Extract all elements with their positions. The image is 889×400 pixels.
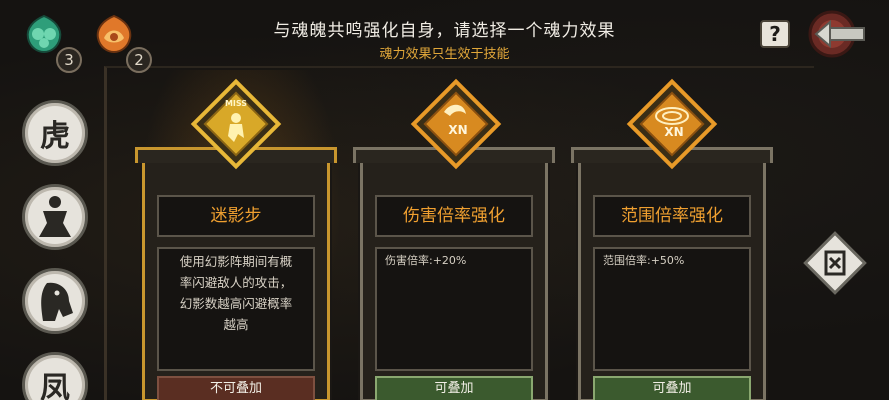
figure-medal-icon[interactable] [22,184,88,250]
horse-head-icon [41,282,73,321]
tiger-medal-icon[interactable]: 虎 [22,100,88,166]
card-description-line: 越高 [223,317,249,332]
effect-card-mirage-step[interactable]: 迷影步 使用幻影阵期间有概 率闪避敌人的攻击， 幻影数越高闪避概率 越高 不可叠… [135,147,337,400]
effect-card-damage-multiplier[interactable]: 伤害倍率强化 伤害倍率:+20% 可叠加 [353,147,555,400]
wind-medal-diamond-icon[interactable] [800,228,870,298]
figure-silhouette-icon [39,196,71,237]
damage-emblem-icon: XN [404,72,508,176]
range-emblem-icon: XN [620,72,724,176]
card-title: 范围倍率强化 [593,195,751,237]
card-description-line: 伤害倍率:+20% [385,254,467,267]
card-description-line: 使用幻影阵期间有概 [179,254,293,269]
card-description-line: 幻影数越高闪避概率 [179,296,293,311]
card-description: 使用幻影阵期间有概 率闪避敌人的攻击， 幻影数越高闪避概率 越高 [157,247,315,371]
horse-medal-icon[interactable] [22,268,88,334]
card-description: 范围倍率:+50% [593,247,751,371]
back-arrow-icon [808,10,865,58]
help-button[interactable]: ? [760,20,790,48]
stackable-tag: 可叠加 [375,376,533,400]
card-description-line: 率闪避敌人的攻击， [179,275,293,290]
page-subtitle: 魂力效果只生效于技能 [379,47,510,62]
effect-card-range-multiplier[interactable]: 范围倍率强化 范围倍率:+50% 可叠加 [571,147,773,400]
emblem-xn-text: XN [664,125,683,139]
tiger-medal-glyph: 虎 [40,119,70,154]
miss-emblem-icon: MISS [184,72,288,176]
card-title: 伤害倍率强化 [375,195,533,237]
back-button[interactable] [806,8,866,60]
card-description-line: 范围倍率:+50% [603,254,685,267]
wind-medal-glyph: 凤 [40,371,70,400]
non-stackable-tag: 不可叠加 [157,376,315,400]
emblem-miss-text: MISS [225,99,247,108]
stackable-tag: 可叠加 [593,376,751,400]
card-title: 迷影步 [157,195,315,237]
page-title: 与魂魄共鸣强化自身，请选择一个魂力效果 [273,21,616,41]
card-description: 伤害倍率:+20% [375,247,533,371]
emblem-xn-text: XN [448,123,467,137]
